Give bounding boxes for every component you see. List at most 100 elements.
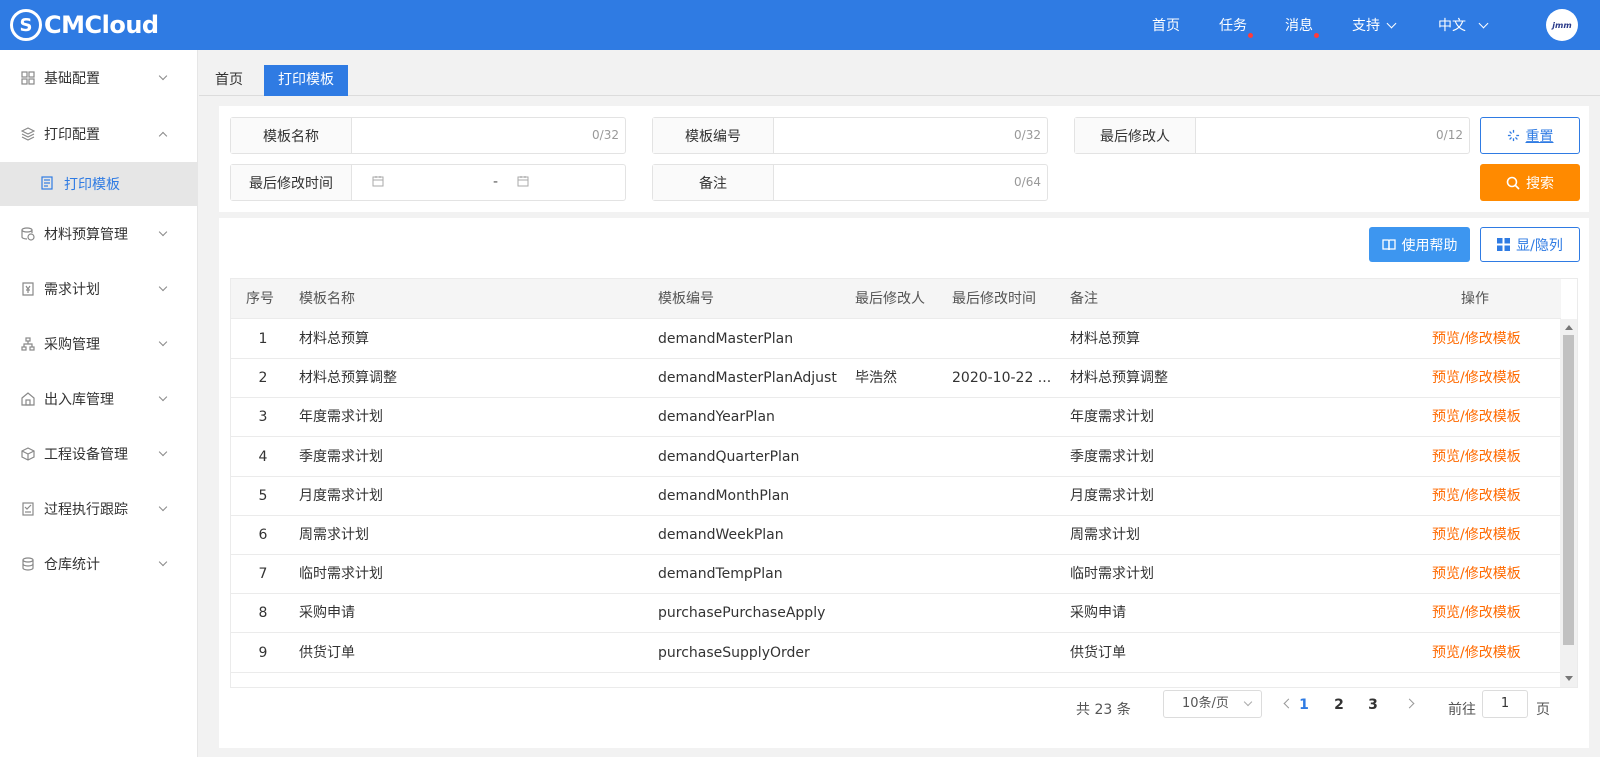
next-page-icon[interactable] xyxy=(1404,698,1415,709)
nav-home-label: 首页 xyxy=(1152,18,1180,34)
sidebar-item-process-tracking[interactable]: 过程执行跟踪 xyxy=(0,481,198,537)
warehouse-icon xyxy=(20,391,36,407)
nav-support[interactable]: 支持 xyxy=(1352,0,1397,50)
template-name-field: 模板名称 0/32 xyxy=(230,117,626,154)
page-2[interactable]: 2 xyxy=(1328,694,1350,716)
nav-messages-label: 消息 xyxy=(1285,15,1319,38)
page-3[interactable]: 3 xyxy=(1362,694,1384,716)
sidebar-item-purchase[interactable]: 采购管理 xyxy=(0,316,198,372)
last-modifier-input[interactable]: 0/12 xyxy=(1196,118,1469,153)
reset-button[interactable]: 重置 xyxy=(1480,117,1580,154)
tab-bar: 首页 打印模板 xyxy=(199,50,1600,96)
template-name-label: 模板名称 xyxy=(231,118,352,153)
cell-action[interactable]: 预览/修改模板 xyxy=(1432,633,1542,673)
cell-action[interactable]: 预览/修改模板 xyxy=(1432,476,1542,516)
cell-modifier: 毕浩然 xyxy=(855,370,897,387)
toggle-columns-label: 显/隐列 xyxy=(1516,237,1563,254)
char-counter: 0/64 xyxy=(1014,175,1041,189)
page-1[interactable]: 1 xyxy=(1293,694,1315,716)
last-modifier-label: 最后修改人 xyxy=(1075,118,1196,153)
nav-tasks[interactable]: 任务 xyxy=(1219,0,1253,50)
nav-messages[interactable]: 消息 xyxy=(1285,0,1319,50)
sidebar-item-warehouse-stats[interactable]: 仓库统计 xyxy=(0,536,198,592)
cell-remark: 临时需求计划 xyxy=(1070,566,1154,583)
scroll-up-icon[interactable] xyxy=(1565,325,1573,330)
col-header-code: 模板编号 xyxy=(658,291,714,307)
template-name-input[interactable]: 0/32 xyxy=(352,118,625,153)
table-row: 3 年度需求计划 demandYearPlan 年度需求计划 预览/修改模板 xyxy=(231,397,1561,438)
cell-time xyxy=(952,554,1064,594)
date-range-picker[interactable]: - xyxy=(352,165,625,200)
top-header: S CMCloud 首页 任务 消息 支持 中文 jmm xyxy=(0,0,1600,50)
cell-name: 材料总预算 xyxy=(299,331,369,347)
cell-action[interactable]: 预览/修改模板 xyxy=(1432,397,1542,437)
cell-action[interactable]: 预览/修改模板 xyxy=(1432,515,1542,555)
sidebar-item-inventory[interactable]: 出入库管理 xyxy=(0,371,198,427)
sidebar-item-demand-plan[interactable]: 需求计划 xyxy=(0,261,198,317)
cell-name: 年度需求计划 xyxy=(299,409,383,426)
page-size-select[interactable]: 10条/页 xyxy=(1163,690,1262,718)
table-scrollbar[interactable] xyxy=(1560,319,1577,687)
coins-icon xyxy=(20,226,36,242)
sidebar-item-basic-config[interactable]: 基础配置 xyxy=(0,50,198,106)
search-button[interactable]: 搜索 xyxy=(1480,164,1580,201)
help-button[interactable]: 使用帮助 xyxy=(1369,227,1470,262)
sidebar-item-budget[interactable]: 材料预算管理 xyxy=(0,206,198,262)
sidebar-item-label: 打印配置 xyxy=(44,127,100,143)
filter-panel: 模板名称 0/32 模板编号 0/32 最后修改人 0/12 最后修改时间 - … xyxy=(219,106,1589,212)
scroll-thumb[interactable] xyxy=(1563,335,1574,645)
chevron-down-icon xyxy=(1478,18,1489,28)
grid-icon xyxy=(20,70,36,86)
template-code-label: 模板编号 xyxy=(653,118,774,153)
user-avatar[interactable]: jmm xyxy=(1546,9,1578,41)
last-modifier-field: 最后修改人 0/12 xyxy=(1074,117,1470,154)
scroll-down-icon[interactable] xyxy=(1565,676,1573,681)
sidebar: 基础配置 打印配置 打印模板 材料预算管理 需求计划 采购管理 出入库管理 工程… xyxy=(0,50,198,757)
remark-field: 备注 0/64 xyxy=(652,164,1048,201)
cell-no: 2 xyxy=(258,370,268,387)
calendar-icon xyxy=(517,175,531,189)
template-code-input[interactable]: 0/32 xyxy=(774,118,1047,153)
cell-action[interactable]: 预览/修改模板 xyxy=(1432,319,1542,359)
cell-no: 4 xyxy=(258,448,268,465)
language-switch[interactable]: 中文 xyxy=(1438,0,1489,50)
notification-dot-icon xyxy=(1314,33,1319,38)
cell-remark: 月度需求计划 xyxy=(1070,487,1154,504)
char-counter: 0/12 xyxy=(1436,128,1463,142)
cell-action[interactable]: 预览/修改模板 xyxy=(1432,437,1542,477)
cell-code: demandTempPlan xyxy=(658,566,783,583)
cell-remark: 周需求计划 xyxy=(1070,527,1140,543)
cell-code: demandQuarterPlan xyxy=(658,448,800,465)
sidebar-item-equipment[interactable]: 工程设备管理 xyxy=(0,426,198,482)
nav-support-label: 支持 xyxy=(1352,18,1380,34)
sidebar-item-print-config[interactable]: 打印配置 xyxy=(0,106,198,162)
tab-home[interactable]: 首页 xyxy=(201,65,257,96)
cell-code: demandMasterPlan xyxy=(658,331,794,347)
language-label: 中文 xyxy=(1438,18,1466,34)
cell-action[interactable]: 预览/修改模板 xyxy=(1432,554,1542,594)
prev-page-icon[interactable] xyxy=(1283,698,1294,709)
cell-code: demandMasterPlanAdjust xyxy=(658,370,837,387)
database-icon xyxy=(20,556,36,572)
cell-remark: 采购申请 xyxy=(1070,605,1126,622)
table-row: 1 材料总预算 demandMasterPlan 材料总预算 预览/修改模板 xyxy=(231,319,1561,359)
nav-home[interactable]: 首页 xyxy=(1152,0,1180,50)
cell-name: 材料总预算调整 xyxy=(299,370,397,387)
cell-time xyxy=(952,437,1064,477)
toggle-columns-button[interactable]: 显/隐列 xyxy=(1480,227,1580,262)
char-counter: 0/32 xyxy=(1014,128,1041,142)
brand-logo[interactable]: S CMCloud xyxy=(10,9,159,41)
sidebar-subitem-print-template[interactable]: 打印模板 xyxy=(0,162,198,206)
cell-code: purchaseSupplyOrder xyxy=(658,644,810,661)
calendar-icon xyxy=(372,175,386,189)
tab-print-template[interactable]: 打印模板 xyxy=(264,65,348,96)
cell-time xyxy=(952,515,1064,555)
cell-remark: 年度需求计划 xyxy=(1070,409,1154,426)
cell-action[interactable]: 预览/修改模板 xyxy=(1432,358,1542,398)
goto-suffix: 页 xyxy=(1536,702,1550,718)
cell-action[interactable]: 预览/修改模板 xyxy=(1432,593,1542,633)
goto-page-input[interactable]: 1 xyxy=(1482,690,1528,718)
remark-input[interactable]: 0/64 xyxy=(774,165,1047,200)
sidebar-item-label: 过程执行跟踪 xyxy=(44,502,128,518)
table-row: 2 材料总预算调整 demandMasterPlanAdjust 毕浩然 2020-10… xyxy=(231,358,1561,399)
